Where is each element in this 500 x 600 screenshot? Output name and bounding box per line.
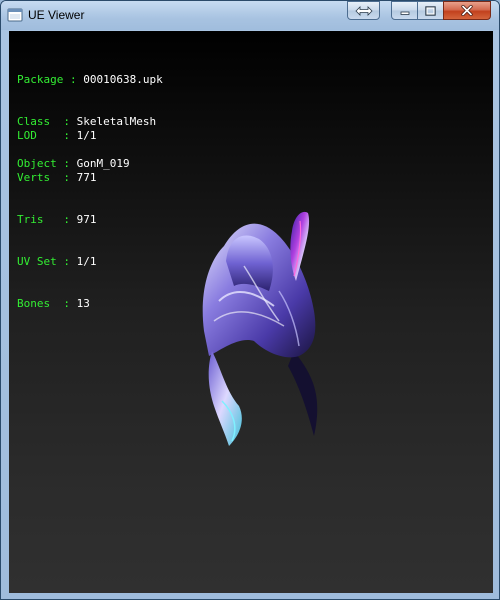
info-separator: : [63,73,84,86]
close-button[interactable] [443,1,491,20]
info-value: 13 [76,297,90,310]
info-label: Verts [17,171,51,184]
close-icon [461,5,473,16]
skeletal-mesh-render [202,211,318,446]
info-row-uvset: UV Set : 1/1 [17,255,97,269]
info-value: 00010638.upk [83,73,163,86]
ue-viewer-app-icon [7,8,23,22]
info-separator: : [43,213,77,226]
info-label: Package [17,73,64,86]
info-value: 771 [76,171,97,184]
app-window: UE Viewer Package : 00010638.upk Class:… [0,0,500,600]
info-row-verts: Verts : 771 [17,171,97,185]
info-separator: : [36,129,77,142]
maximize-icon [425,5,436,16]
double-arrow-icon [354,5,373,16]
info-label: Bones [17,297,51,310]
info-label: Tris [17,213,44,226]
info-separator: : [50,297,77,310]
window-title: UE Viewer [28,8,85,22]
minimize-button[interactable] [391,1,418,20]
info-row-lod: LOD : 1/1 [17,129,97,143]
info-row-tris: Tris : 971 [17,213,97,227]
info-row-bones: Bones : 13 [17,297,97,311]
info-value: 971 [76,213,97,226]
title-bar[interactable]: UE Viewer [1,1,499,30]
info-label: UV Set [17,255,57,268]
info-separator: : [56,255,77,268]
info-separator: : [50,171,77,184]
info-value: 1/1 [76,255,97,268]
info-row-package: Package : 00010638.upk [17,73,163,87]
minimize-icon [400,11,409,15]
restore-alt-button[interactable] [347,1,380,20]
info-value: 1/1 [76,129,97,142]
maximize-button[interactable] [417,1,444,20]
mesh-stats-block: LOD : 1/1 Verts : 771 Tris : 971 UV Set … [17,101,97,339]
info-label: LOD [17,129,37,142]
mesh-viewport[interactable]: Package : 00010638.upk Class : SkeletalM… [9,31,493,593]
